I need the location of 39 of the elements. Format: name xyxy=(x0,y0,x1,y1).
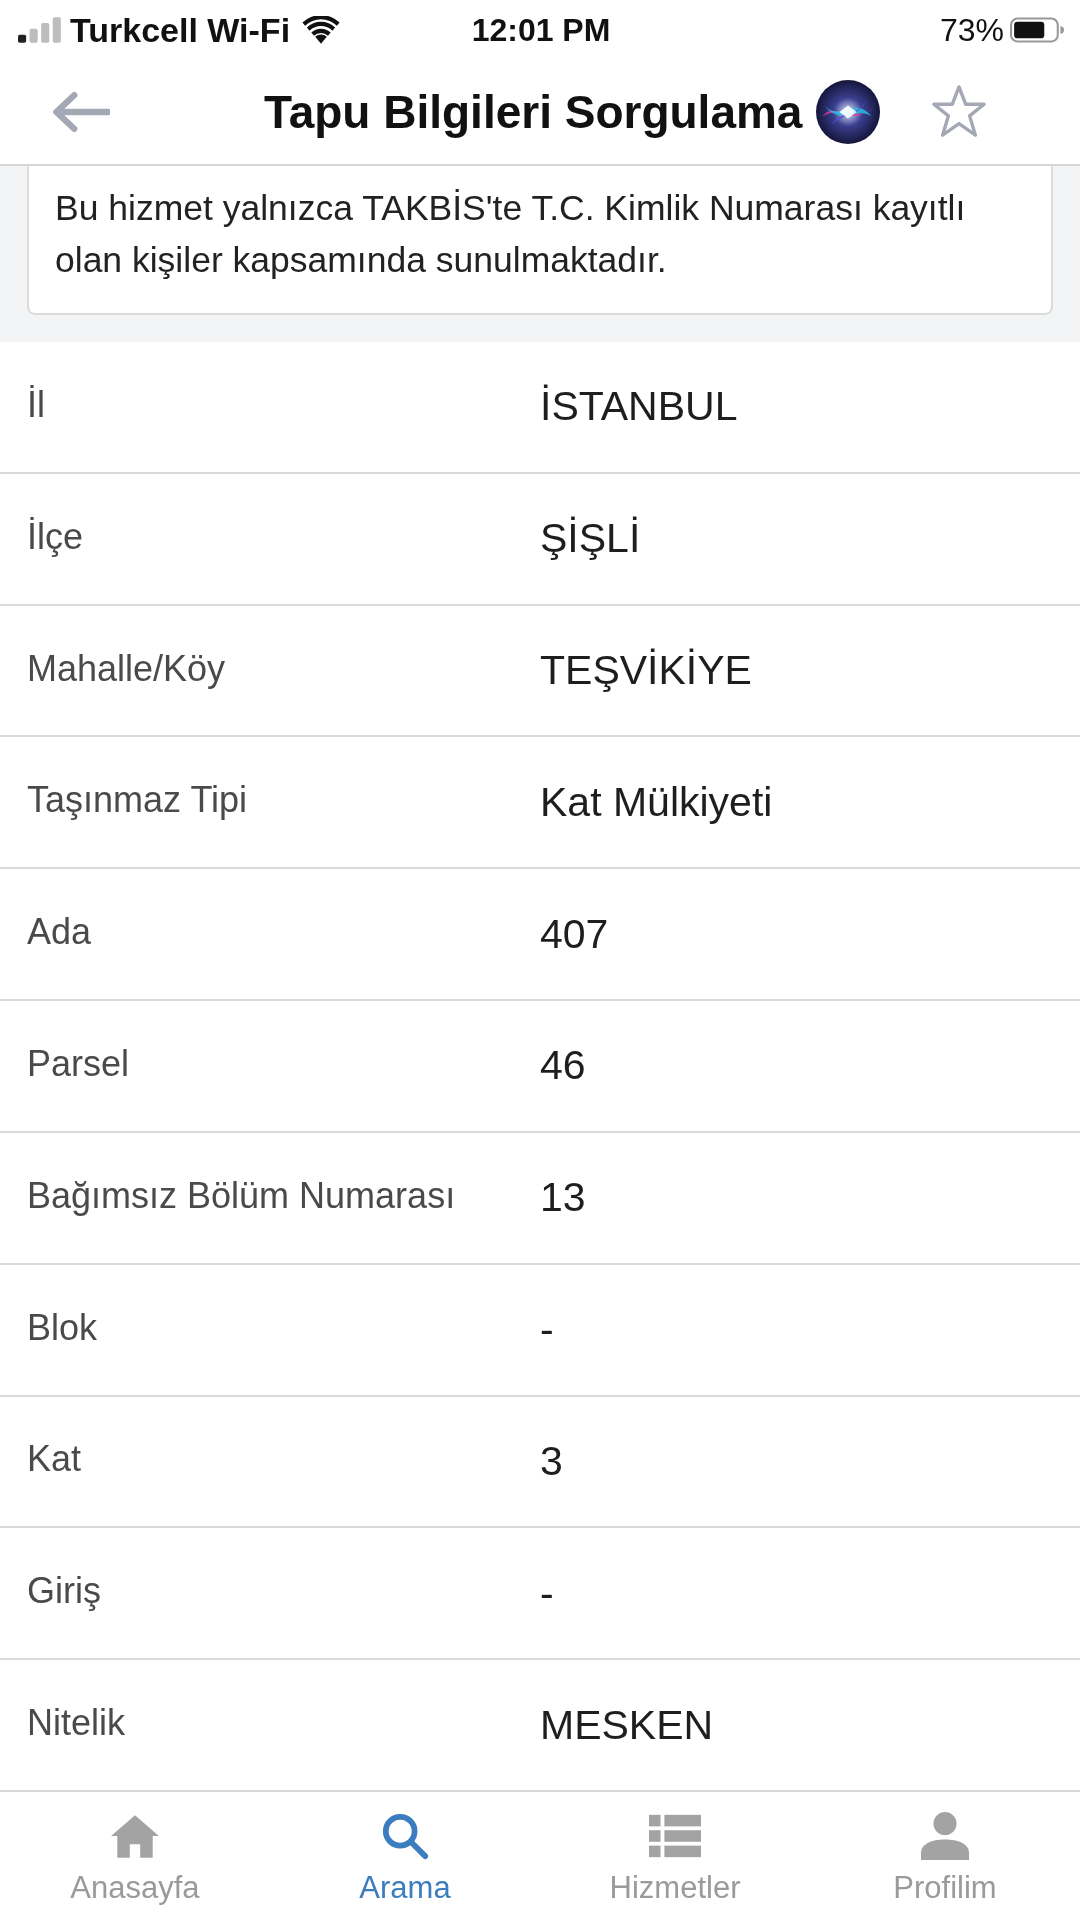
person-icon xyxy=(919,1812,971,1860)
field-label: Parsel xyxy=(27,1042,131,1085)
field-value: 13 xyxy=(540,1174,586,1222)
battery-icon xyxy=(1010,17,1064,43)
field-value: TEŞVİKİYE xyxy=(540,647,752,695)
field-label: İlçe xyxy=(27,515,85,558)
back-arrow-icon[interactable] xyxy=(51,91,110,133)
tab-bar-item[interactable]: Arama xyxy=(270,1792,540,1920)
field-label: Ada xyxy=(27,911,93,954)
field-value: 3 xyxy=(540,1437,563,1485)
field-value: 46 xyxy=(540,1042,586,1090)
notice-text: Bu hizmet yalnızca TAKBİS'te T.C. Kimlik Numarası kayıtlı olan kişiler kapsamında sunulmaktadır. xyxy=(55,188,966,280)
field-label: Giriş xyxy=(27,1570,102,1613)
tab-bar-item[interactable]: Profilim xyxy=(810,1792,1080,1920)
star-icon[interactable] xyxy=(930,84,989,140)
field-value: - xyxy=(540,1569,554,1617)
field-label: Bağımsız Bölüm Numarası xyxy=(27,1174,457,1217)
field-label: Blok xyxy=(27,1306,99,1349)
field-value: ŞİŞLİ xyxy=(540,515,641,563)
field-value: 407 xyxy=(540,910,609,958)
gradient-orb-icon[interactable] xyxy=(816,80,881,144)
carrier-name: Turkcell Wi-Fi xyxy=(70,10,291,50)
field-value: Kat Mülkiyeti xyxy=(540,778,773,826)
field-value: - xyxy=(540,1306,554,1354)
field-label: Taşınmaz Tipi xyxy=(27,779,249,822)
wifi-icon xyxy=(302,16,341,44)
field-value: İSTANBUL xyxy=(540,383,738,431)
field-label: Mahalle/Köy xyxy=(27,647,227,690)
field-label: Nitelik xyxy=(27,1702,126,1745)
signal-icon xyxy=(18,17,62,43)
field-label: Kat xyxy=(27,1438,83,1481)
clock-time: 12:01 PM xyxy=(471,11,611,49)
tab-bar-item[interactable]: Hizmetler xyxy=(540,1792,810,1920)
list-icon xyxy=(649,1812,701,1860)
field-label: İl xyxy=(27,383,46,426)
field-value: MESKEN xyxy=(540,1701,714,1749)
battery-percent: 73% xyxy=(939,11,1004,49)
tab-bar-item[interactable]: Anasayfa xyxy=(0,1792,270,1920)
page-title: Tapu Bilgileri Sorgulama xyxy=(264,85,803,139)
